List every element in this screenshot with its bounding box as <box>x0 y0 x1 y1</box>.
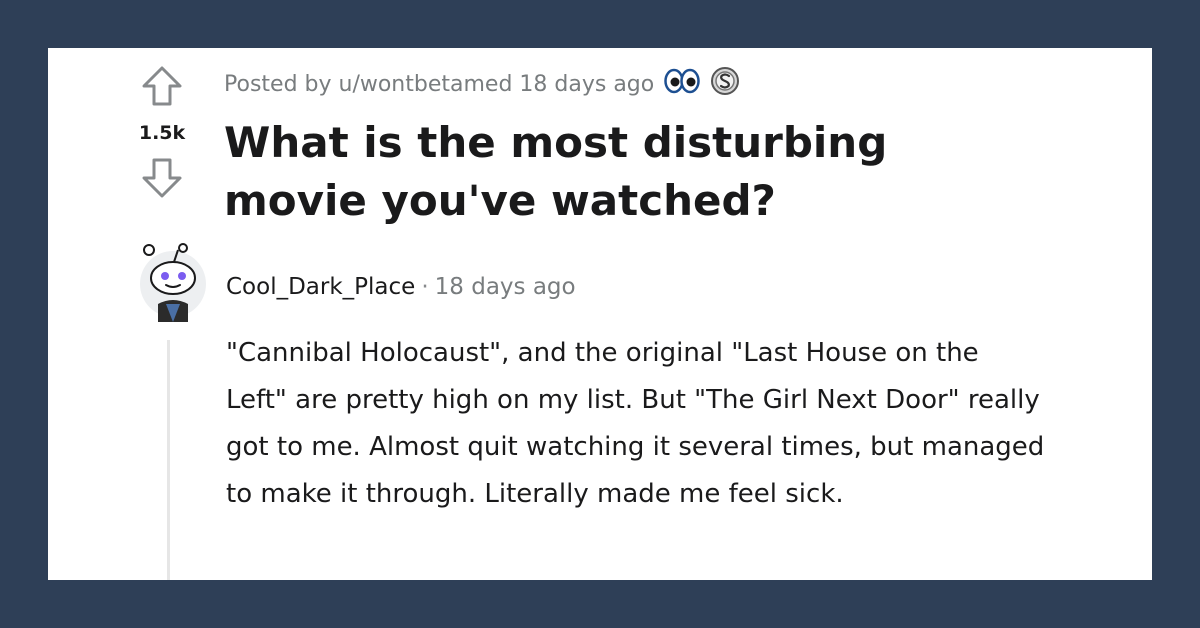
post-meta: Posted by u/wontbetamed 18 days ago <box>224 66 740 102</box>
post-card: 1.5k Posted by u/wontbetamed 18 days ago <box>48 48 1152 580</box>
silver-coin-award-icon[interactable] <box>710 66 740 102</box>
comment-thread-line[interactable] <box>167 340 170 580</box>
comment-author[interactable]: Cool_Dark_Place <box>226 274 415 300</box>
upvote-arrow-icon[interactable] <box>140 64 184 108</box>
vote-column: 1.5k <box>134 64 190 200</box>
eyes-award-icon[interactable] <box>664 66 700 102</box>
comment-time[interactable]: 18 days ago <box>435 274 576 300</box>
snoo-avatar-icon[interactable] <box>138 238 208 326</box>
downvote-arrow-icon[interactable] <box>140 156 184 200</box>
comment-meta: Cool_Dark_Place · 18 days ago <box>226 274 576 300</box>
meta-separator: · <box>421 274 429 300</box>
post-title[interactable]: What is the most disturbing movie you've… <box>224 114 1044 230</box>
comment-body: "Cannibal Holocaust", and the original "… <box>226 338 1045 509</box>
posted-by-text[interactable]: Posted by u/wontbetamed 18 days ago <box>224 72 654 97</box>
vote-score: 1.5k <box>138 122 186 144</box>
